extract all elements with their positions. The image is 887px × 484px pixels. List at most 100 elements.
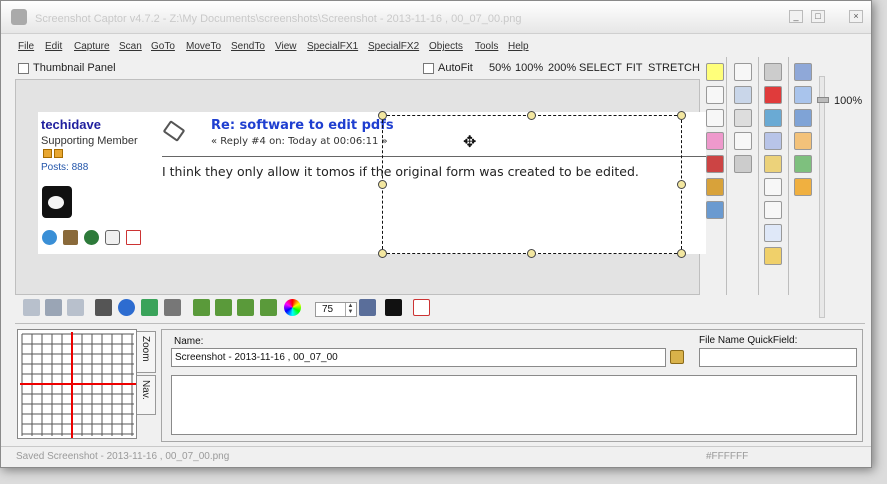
flip-icon[interactable] [95,299,112,316]
highlight-icon[interactable] [706,155,724,173]
menu-capture[interactable]: Capture [74,41,110,52]
scan3-icon[interactable] [67,299,84,316]
spinner-value: 75 [322,304,334,315]
zoom-200-button[interactable]: 200% [548,62,576,74]
link-icon[interactable] [764,132,782,150]
navigator-panel[interactable] [17,329,137,439]
menu-edit[interactable]: Edit [45,41,62,52]
notes-textarea[interactable] [171,375,857,435]
selection-rectangle[interactable] [382,115,682,254]
close-button[interactable]: × [849,10,863,23]
tool-column-1 [706,63,724,224]
selection-handle-b[interactable] [527,249,536,258]
zoom-50-button[interactable]: 50% [489,62,511,74]
zoom-100-button[interactable]: 100% [515,62,543,74]
scan2-icon[interactable] [45,299,62,316]
crop-left-icon[interactable] [193,299,210,316]
image-icon[interactable] [706,201,724,219]
thumbnail-panel-checkbox[interactable] [18,63,29,74]
menu-goto[interactable]: GoTo [151,41,175,52]
selection-handle-tr[interactable] [677,111,686,120]
mirror-icon[interactable] [164,299,181,316]
navigator-grid [20,332,136,438]
crop-icon[interactable] [734,63,752,81]
printer-icon[interactable] [764,63,782,81]
zoom-fit-button[interactable]: FIT [626,62,643,74]
crop-right-icon[interactable] [215,299,232,316]
cursor-icon[interactable] [385,299,402,316]
tab-nav[interactable]: Nav. [137,375,156,415]
brush-icon[interactable] [706,132,724,150]
menu-objects[interactable]: Objects [429,41,463,52]
selection-handle-t[interactable] [527,111,536,120]
message-icon [105,230,121,245]
rank-pips [43,149,65,161]
minimize-button[interactable]: _ [789,10,803,23]
scan-icon[interactable] [23,299,40,316]
zoom-slider[interactable] [819,76,825,318]
window-icon[interactable] [359,299,376,316]
selection-handle-r[interactable] [677,180,686,189]
text-icon[interactable] [706,109,724,127]
pointer-icon[interactable] [764,178,782,196]
frame-icon[interactable] [764,247,782,265]
box-icon[interactable] [734,86,752,104]
report-icon [126,230,142,245]
menu-tools[interactable]: Tools [475,41,498,52]
status-bar: Saved Screenshot - 2013-11-16 , 00_07_00… [1,446,871,466]
yellow-square-icon[interactable] [706,63,724,81]
text-overlay-icon[interactable] [794,132,812,150]
menu-file[interactable]: File [18,41,34,52]
zoom-select-button[interactable]: SELECT [579,62,622,74]
toolbox-icon[interactable] [764,86,782,104]
select-all-icon[interactable] [764,224,782,242]
grid-icon[interactable] [734,132,752,150]
menu-specialfx2[interactable]: SpecialFX2 [368,41,419,52]
screen-icon[interactable] [734,109,752,127]
edit-icon[interactable] [764,109,782,127]
menu-moveto[interactable]: MoveTo [186,41,221,52]
delete-page-icon[interactable] [794,155,812,173]
spinner-arrows[interactable]: ▲ ▼ [345,303,355,316]
magic-icon[interactable] [764,155,782,173]
zoom-stretch-button[interactable]: STRETCH [648,62,700,74]
save-icon[interactable] [794,63,812,81]
profile-icon [63,230,79,245]
shapes-icon[interactable] [706,178,724,196]
paste-icon[interactable] [794,178,812,196]
crop-top-icon[interactable] [237,299,254,316]
autofit-checkbox[interactable] [423,63,434,74]
name-field[interactable]: Screenshot - 2013-11-16 , 00_07_00 [171,348,666,367]
quickfield-input[interactable] [699,348,857,367]
list-icon[interactable] [141,299,158,316]
tab-zoom[interactable]: Zoom [137,331,156,373]
zoom-slider-thumb[interactable] [817,97,829,103]
color-wheel-icon[interactable] [284,299,301,316]
selection-handle-br[interactable] [677,249,686,258]
zoom-level: 100% [834,95,863,107]
pdf-icon[interactable] [413,299,430,316]
shadow-icon[interactable] [734,155,752,173]
tool-panel [702,57,818,295]
menu-specialfx1[interactable]: SpecialFX1 [307,41,358,52]
crop-bottom-icon[interactable] [260,299,277,316]
menu-view[interactable]: View [275,41,297,52]
menu-scan[interactable]: Scan [119,41,142,52]
selection-handle-l[interactable] [378,180,387,189]
globe-icon[interactable] [118,299,135,316]
jpeg-quality-spinner[interactable]: 75 ▲ ▼ [315,302,357,317]
pen-icon[interactable] [706,86,724,104]
resize-icon[interactable] [764,201,782,219]
selection-handle-tl[interactable] [378,111,387,120]
tool-column-3 [764,63,782,270]
selection-handle-bl[interactable] [378,249,387,258]
tool-column-2 [734,63,752,178]
notes-icon[interactable] [794,109,812,127]
maximize-button[interactable]: □ [811,10,825,23]
name-label: Name: [174,336,204,347]
menu-sendto[interactable]: SendTo [231,41,265,52]
plus-page-icon[interactable] [794,86,812,104]
move-cursor-icon: ✥ [463,134,477,151]
apply-name-icon[interactable] [670,350,684,364]
menu-help[interactable]: Help [508,41,529,52]
